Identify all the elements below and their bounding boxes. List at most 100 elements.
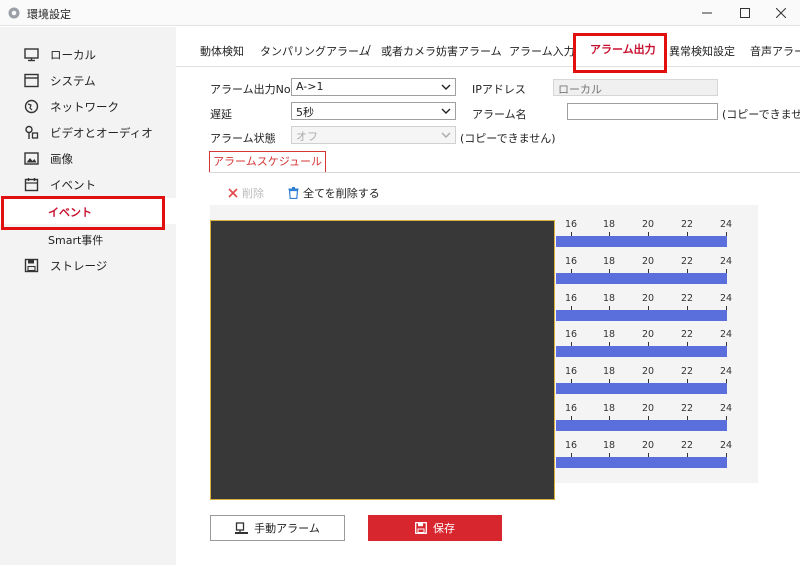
monitor-icon [24,48,39,62]
tab-motion-detection[interactable]: 動体検知 [200,43,244,59]
sidebar-item-video-audio[interactable]: ビデオとオーディオ [0,119,176,145]
hour-tick-label: 18 [602,329,616,340]
schedule-bar[interactable] [556,457,727,468]
hour-tick-label: 22 [680,329,694,340]
close-button[interactable] [762,0,800,26]
hour-tick-label: 20 [641,403,655,414]
alarm-name-field[interactable] [567,103,718,120]
hour-tick-label: 20 [641,329,655,340]
hour-tick-label: 24 [719,329,733,340]
schedule-bar[interactable] [556,346,727,357]
chevron-down-icon [441,108,451,114]
delete-x-icon [228,188,238,198]
delete-all-button[interactable]: 全てを削除する [288,185,380,201]
sidebar-item-label: ローカル [50,48,96,62]
hour-tick-label: 16 [564,366,578,377]
sidebar-item-image[interactable]: 画像 [0,145,176,171]
hour-tick-label: 16 [564,403,578,414]
calendar-icon [24,178,39,192]
app-gear-icon [8,7,20,19]
hour-tick-label: 22 [680,219,694,230]
hour-tick-label: 22 [680,293,694,304]
redacted-region [210,220,555,500]
system-icon [24,73,39,88]
hour-tick-label: 16 [564,293,578,304]
hour-tick-label: 16 [564,219,578,230]
hour-tick-label: 16 [564,329,578,340]
maximize-icon [740,8,750,18]
alarm-output-no-value: A->1 [296,80,324,93]
sidebar: ローカル システム ネットワーク ビデオとオーディオ 画像 イベント イベント … [0,27,176,565]
sidebar-item-network[interactable]: ネットワーク [0,93,176,119]
sidebar-subitem-label: Smart事件 [48,234,104,247]
delete-button[interactable]: 削除 [228,185,264,201]
hour-tick-label: 24 [719,403,733,414]
hour-tick-label: 20 [641,219,655,230]
sidebar-item-event[interactable]: イベント [0,171,176,197]
sidebar-item-label: システム [50,74,96,88]
hour-tick-label: 16 [564,256,578,267]
hour-tick-label: 24 [719,293,733,304]
tab-bar: 動体検知 タンパリングアラーム / 或者カメラ妨害アラーム アラーム入力 アラー… [176,27,800,67]
sidebar-highlight-box [1,196,165,230]
hour-tick-label: 18 [602,403,616,414]
schedule-bar[interactable] [556,273,727,284]
delay-select[interactable]: 5秒 [291,102,456,120]
tab-tampering-alarm[interactable]: タンパリングアラーム [260,43,370,59]
delete-label: 削除 [242,187,264,200]
hour-tick-label: 22 [680,366,694,377]
manual-alarm-icon [235,521,249,534]
alarm-status-label: アラーム状態 [210,132,276,145]
trash-icon [288,187,299,200]
hour-tick-label: 22 [680,256,694,267]
tab-highlight-box [573,33,667,73]
tab-audio-alarm[interactable]: 音声アラーム [750,43,800,59]
alarm-output-no-select[interactable]: A->1 [291,78,456,96]
tab-separator: / [367,43,371,56]
hour-tick-label: 24 [719,440,733,451]
sidebar-item-label: ネットワーク [50,100,119,114]
save-button[interactable]: 保存 [368,515,502,541]
schedule-divider [209,172,800,173]
tab-camera-obstruction-alarm[interactable]: 或者カメラ妨害アラーム [381,43,502,59]
sidebar-item-local[interactable]: ローカル [0,41,176,67]
ip-address-label: IPアドレス [472,83,526,96]
ip-address-field: ローカル [553,79,718,96]
alarm-schedule-tab[interactable]: アラームスケジュール [209,151,326,173]
sidebar-item-storage[interactable]: ストレージ [0,252,176,278]
delay-label: 遅延 [210,108,232,121]
alarm-name-label: アラーム名 [472,108,527,121]
hour-tick-label: 18 [602,366,616,377]
settings-window: 環境設定 ローカル システム ネットワーク ビデオとオーディオ 画像 イベント … [0,0,800,565]
save-icon [24,258,39,273]
title-bar: 環境設定 [0,0,800,26]
minimize-icon [702,12,712,14]
schedule-bar[interactable] [556,383,727,394]
alarm-name-note: (コピーできません) [722,108,800,121]
hour-tick-label: 16 [564,440,578,451]
globe-icon [24,99,39,114]
hour-tick-label: 20 [641,440,655,451]
alarm-status-note: (コピーできません) [460,132,556,145]
alarm-status-value: オフ [296,130,318,143]
alarm-status-select: オフ [291,126,456,144]
minimize-button[interactable] [688,0,726,26]
sidebar-item-label: ビデオとオーディオ [50,126,153,140]
sidebar-item-label: 画像 [50,152,73,166]
schedule-bar[interactable] [556,236,727,247]
video-audio-icon [25,125,39,139]
hour-tick-label: 20 [641,256,655,267]
schedule-bar[interactable] [556,310,727,321]
tab-exception-detection[interactable]: 異常検知設定 [669,43,735,59]
schedule-bar[interactable] [556,420,727,431]
alarm-output-no-label: アラーム出力No. [210,83,294,96]
hour-tick-label: 22 [680,403,694,414]
sidebar-item-system[interactable]: システム [0,67,176,93]
window-title: 環境設定 [27,8,71,21]
maximize-button[interactable] [726,0,764,26]
hour-tick-label: 18 [602,219,616,230]
chevron-down-icon [441,84,451,90]
manual-alarm-button[interactable]: 手動アラーム [210,515,345,541]
tab-alarm-input[interactable]: アラーム入力 [509,43,575,59]
sidebar-item-label: ストレージ [50,259,108,273]
